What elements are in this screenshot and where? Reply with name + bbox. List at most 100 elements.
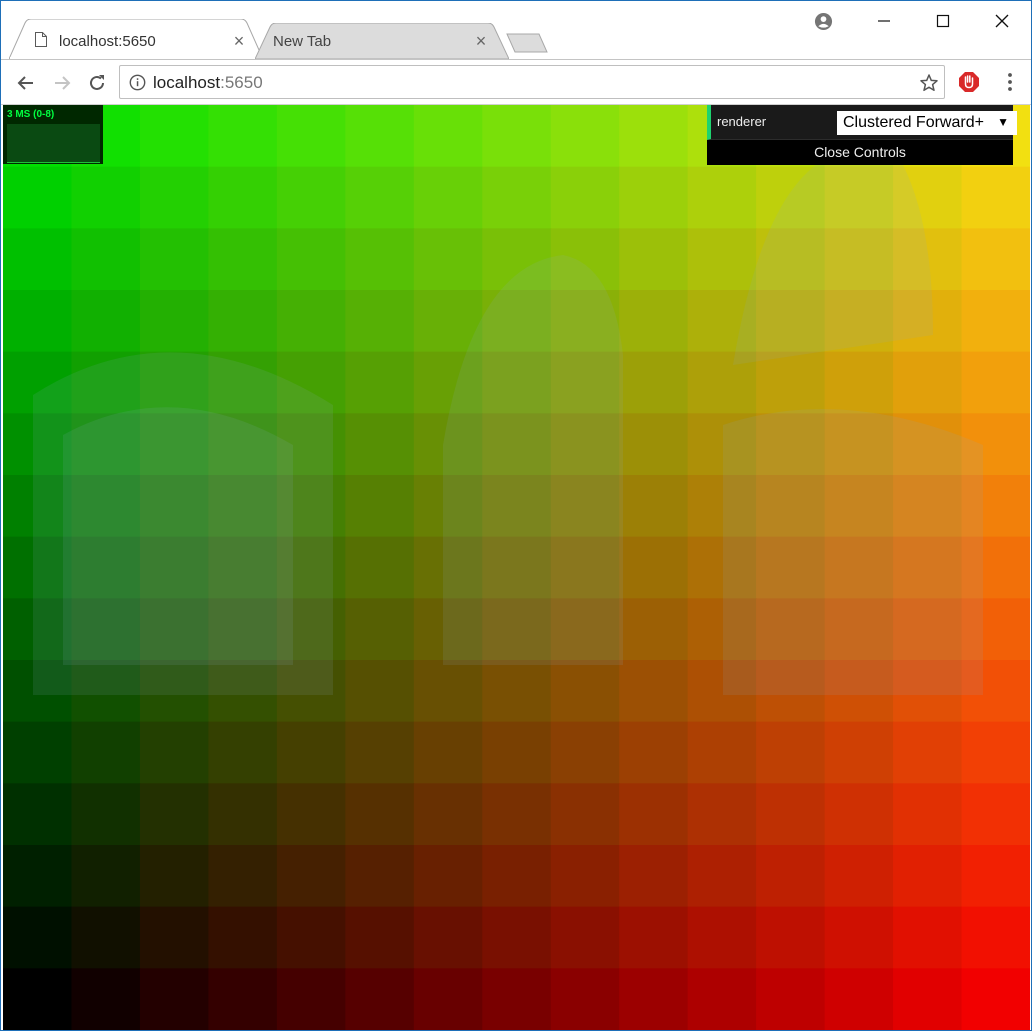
- cluster-cell: [550, 166, 620, 229]
- cluster-cell: [345, 413, 415, 476]
- cluster-cell: [961, 906, 1030, 969]
- cluster-cell: [550, 660, 620, 723]
- cluster-cell: [276, 906, 346, 969]
- tab-label-inactive: New Tab: [273, 33, 332, 50]
- cluster-cell: [139, 166, 209, 229]
- cluster-cell: [345, 660, 415, 723]
- cluster-cell: [208, 105, 278, 168]
- minimize-icon[interactable]: [874, 11, 894, 31]
- cluster-cell: [345, 968, 415, 1030]
- cluster-cell: [139, 968, 209, 1030]
- cluster-cell: [276, 845, 346, 908]
- cluster-cell: [276, 166, 346, 229]
- cluster-cell: [756, 968, 826, 1030]
- cluster-cell: [276, 228, 346, 291]
- star-icon[interactable]: [919, 73, 939, 93]
- cluster-cell: [756, 721, 826, 784]
- stats-panel[interactable]: 3 MS (0-8): [3, 105, 103, 164]
- cluster-cell: [139, 783, 209, 846]
- cluster-cell: [893, 968, 963, 1030]
- cluster-cell: [961, 290, 1030, 353]
- cluster-cell: [687, 166, 757, 229]
- cluster-cell: [619, 166, 689, 229]
- cluster-cell: [687, 968, 757, 1030]
- extension-icon[interactable]: [958, 71, 980, 93]
- cluster-cell: [139, 228, 209, 291]
- renderer-select-value: Clustered Forward+: [843, 114, 984, 131]
- maximize-icon[interactable]: [933, 11, 953, 31]
- cluster-cell: [619, 105, 689, 168]
- cluster-cell: [139, 721, 209, 784]
- account-icon[interactable]: [814, 12, 833, 31]
- new-tab-icon[interactable]: [506, 33, 548, 53]
- cluster-cell: [961, 968, 1030, 1030]
- browser-toolbar: localhost:5650: [1, 59, 1031, 105]
- cluster-cell: [619, 968, 689, 1030]
- cluster-cell: [208, 968, 278, 1030]
- cluster-cell: [3, 783, 73, 846]
- chevron-down-icon: ▼: [997, 115, 1009, 129]
- cluster-cell: [961, 845, 1030, 908]
- tab-strip: localhost:5650 × New Tab ×: [1, 1, 1031, 59]
- cluster-cell: [619, 475, 689, 538]
- cluster-cell: [208, 721, 278, 784]
- close-controls-button[interactable]: Close Controls: [707, 141, 1013, 165]
- cluster-cell: [893, 783, 963, 846]
- cluster-cell: [687, 906, 757, 969]
- cluster-cell: [276, 105, 346, 168]
- cluster-cell: [824, 351, 894, 414]
- cluster-cell: [756, 783, 826, 846]
- page-icon: [35, 32, 47, 47]
- cluster-cell: [824, 845, 894, 908]
- cluster-cell: [345, 783, 415, 846]
- renderer-select[interactable]: Clustered Forward+ ▼: [837, 111, 1017, 135]
- cluster-cell: [71, 845, 141, 908]
- cluster-cell: [71, 290, 141, 353]
- tab-close-icon[interactable]: ×: [230, 32, 248, 50]
- back-icon[interactable]: [15, 72, 37, 94]
- cluster-cell: [413, 906, 483, 969]
- stats-label: 3 MS (0-8): [7, 109, 55, 120]
- cluster-cell: [345, 166, 415, 229]
- tab-label-active: localhost:5650: [59, 33, 156, 50]
- cluster-cell: [482, 721, 552, 784]
- render-canvas[interactable]: [3, 105, 1030, 1030]
- close-icon[interactable]: [992, 11, 1012, 31]
- scene-silhouette: [63, 407, 293, 665]
- cluster-cell: [345, 475, 415, 538]
- cluster-cell: [550, 845, 620, 908]
- cluster-cell: [3, 721, 73, 784]
- cluster-cell: [961, 783, 1030, 846]
- address-bar[interactable]: localhost:5650: [119, 65, 945, 99]
- cluster-cell: [619, 783, 689, 846]
- forward-icon[interactable]: [51, 72, 73, 94]
- cluster-cell: [71, 166, 141, 229]
- cluster-cell: [482, 105, 552, 168]
- cluster-cell: [413, 660, 483, 723]
- menu-icon[interactable]: [999, 71, 1021, 93]
- cluster-cell: [345, 105, 415, 168]
- cluster-cell: [619, 845, 689, 908]
- cluster-cell: [619, 290, 689, 353]
- cluster-cell: [413, 968, 483, 1030]
- cluster-cell: [687, 228, 757, 291]
- cluster-cell: [619, 351, 689, 414]
- controls-panel: renderer Clustered Forward+ ▼ Close Cont…: [707, 105, 1017, 165]
- tab-close-icon[interactable]: ×: [472, 32, 490, 50]
- cluster-cell: [276, 290, 346, 353]
- cluster-cell: [619, 721, 689, 784]
- cluster-cell: [71, 228, 141, 291]
- cluster-cell: [3, 166, 73, 229]
- cluster-cell: [550, 968, 620, 1030]
- cluster-cell: [619, 413, 689, 476]
- info-icon[interactable]: [129, 74, 146, 91]
- cluster-cell: [893, 721, 963, 784]
- cluster-cell: [550, 105, 620, 168]
- cluster-cell: [208, 228, 278, 291]
- cluster-cell: [139, 105, 209, 168]
- cluster-cell: [756, 845, 826, 908]
- cluster-cell: [208, 906, 278, 969]
- cluster-cell: [824, 783, 894, 846]
- reload-icon[interactable]: [86, 72, 108, 94]
- cluster-cell: [619, 906, 689, 969]
